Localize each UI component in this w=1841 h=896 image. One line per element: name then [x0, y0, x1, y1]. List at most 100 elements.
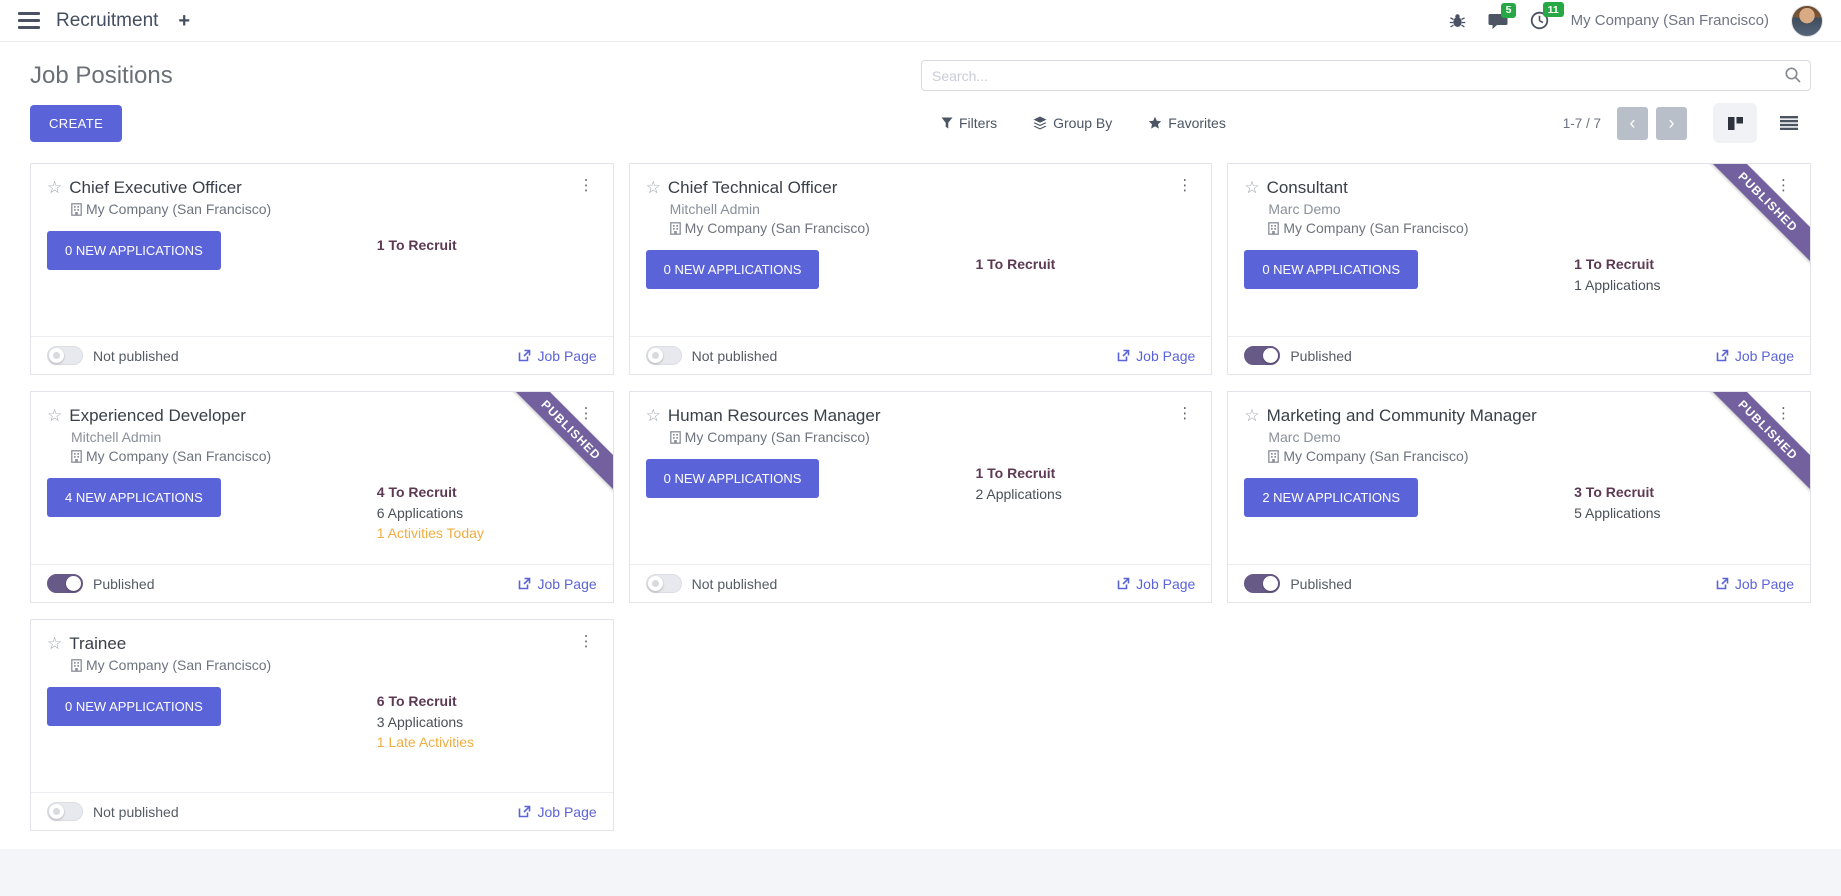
publish-status-label: Not published: [692, 576, 778, 592]
job-title: Human Resources Manager: [668, 406, 1174, 426]
external-link-icon: [1117, 577, 1130, 590]
job-stats: 6 To Recruit3 Applications1 Late Activit…: [377, 687, 597, 752]
favorite-star-icon[interactable]: ☆: [646, 406, 661, 426]
favorite-star-icon[interactable]: ☆: [646, 178, 661, 198]
favorite-star-icon[interactable]: ☆: [1244, 178, 1259, 198]
publish-toggle[interactable]: [47, 574, 83, 593]
kebab-menu-icon[interactable]: ⋮: [1174, 178, 1195, 193]
activities-count-badge: 11: [1543, 2, 1564, 17]
plus-button[interactable]: +: [174, 11, 194, 31]
job-page-label: Job Page: [537, 576, 596, 592]
job-page-link[interactable]: Job Page: [518, 576, 596, 592]
external-link-icon: [518, 577, 531, 590]
job-card[interactable]: PUBLISHED ☆ Consultant ⋮ Marc Demo: [1227, 163, 1811, 375]
job-stats: 1 To Recruit2 Applications: [975, 459, 1195, 504]
messages-icon[interactable]: 5: [1488, 12, 1508, 30]
list-view-button[interactable]: [1767, 103, 1811, 143]
job-page-label: Job Page: [1735, 576, 1794, 592]
stat-applications: 2 Applications: [975, 484, 1195, 504]
search-input[interactable]: [921, 60, 1811, 91]
job-card[interactable]: ☆ Human Resources Manager ⋮: [629, 391, 1213, 603]
job-stats: 1 To Recruit: [377, 231, 597, 255]
pager-previous-button[interactable]: ‹: [1617, 107, 1648, 140]
job-page-link[interactable]: Job Page: [1716, 348, 1794, 364]
new-applications-button[interactable]: 4 NEW APPLICATIONS: [47, 478, 221, 517]
publish-toggle[interactable]: [646, 574, 682, 593]
job-card[interactable]: PUBLISHED ☆ Marketing and Community Mana…: [1227, 391, 1811, 603]
building-icon: [71, 203, 82, 216]
pager-next-button[interactable]: ›: [1656, 107, 1687, 140]
favorites-star-icon: [1148, 116, 1162, 130]
screen: Recruitment + 5: [0, 0, 1841, 896]
new-applications-button[interactable]: 0 NEW APPLICATIONS: [47, 687, 221, 726]
building-icon: [670, 431, 681, 444]
external-link-icon: [1117, 349, 1130, 362]
card-footer: Not published Job Page: [630, 336, 1212, 374]
app-name-menu[interactable]: Recruitment: [56, 10, 158, 32]
favorite-star-icon[interactable]: ☆: [1244, 406, 1259, 426]
job-page-label: Job Page: [1136, 576, 1195, 592]
user-avatar[interactable]: [1791, 5, 1823, 37]
company-switcher[interactable]: My Company (San Francisco): [1571, 12, 1769, 29]
building-icon: [1268, 222, 1279, 235]
stat-applications: 3 Applications: [377, 712, 597, 732]
job-company-name: My Company (San Francisco): [1283, 220, 1468, 236]
search-icon[interactable]: [1784, 66, 1802, 84]
job-title: Chief Executive Officer: [69, 178, 575, 198]
new-applications-button[interactable]: 0 NEW APPLICATIONS: [1244, 250, 1418, 289]
job-card[interactable]: ☆ Chief Executive Officer ⋮: [30, 163, 614, 375]
publish-toggle[interactable]: [47, 346, 83, 365]
publish-status-label: Published: [1290, 348, 1352, 364]
activities-clock-icon[interactable]: 11: [1530, 11, 1549, 30]
job-page-link[interactable]: Job Page: [518, 348, 596, 364]
layers-icon: [1033, 116, 1047, 130]
kebab-menu-icon[interactable]: ⋮: [576, 406, 597, 421]
create-button[interactable]: CREATE: [30, 105, 122, 142]
job-card[interactable]: ☆ Chief Technical Officer ⋮ Mitchell Adm…: [629, 163, 1213, 375]
stat-applications: 1 Applications: [1574, 275, 1794, 295]
job-company-name: My Company (San Francisco): [685, 429, 870, 445]
job-manager: Mitchell Admin: [670, 201, 1196, 217]
new-applications-button[interactable]: 0 NEW APPLICATIONS: [47, 231, 221, 270]
job-company-name: My Company (San Francisco): [685, 220, 870, 236]
external-link-icon: [518, 349, 531, 362]
card-footer: Published Job Page: [31, 564, 613, 602]
publish-toggle[interactable]: [1244, 574, 1280, 593]
new-applications-button[interactable]: 0 NEW APPLICATIONS: [646, 459, 820, 498]
filters-button[interactable]: Filters: [941, 115, 997, 131]
job-page-link[interactable]: Job Page: [1716, 576, 1794, 592]
job-page-link[interactable]: Job Page: [1117, 348, 1195, 364]
external-link-icon: [518, 805, 531, 818]
debug-bug-icon[interactable]: [1449, 12, 1466, 29]
publish-toggle[interactable]: [47, 802, 83, 821]
favorites-button[interactable]: Favorites: [1148, 115, 1226, 131]
publish-toggle[interactable]: [1244, 346, 1280, 365]
card-footer: Not published Job Page: [31, 792, 613, 830]
job-card[interactable]: PUBLISHED ☆ Experienced Developer ⋮ Mitc…: [30, 391, 614, 603]
kanban-view-button[interactable]: [1713, 103, 1757, 143]
card-footer: Published Job Page: [1228, 564, 1810, 602]
kebab-menu-icon[interactable]: ⋮: [576, 634, 597, 649]
new-applications-button[interactable]: 2 NEW APPLICATIONS: [1244, 478, 1418, 517]
stat-recruit: 6 To Recruit: [377, 691, 597, 711]
job-page-link[interactable]: Job Page: [518, 804, 596, 820]
favorite-star-icon[interactable]: ☆: [47, 178, 62, 198]
kebab-menu-icon[interactable]: ⋮: [1773, 178, 1794, 193]
kebab-menu-icon[interactable]: ⋮: [576, 178, 597, 193]
job-card[interactable]: ☆ Trainee ⋮: [30, 619, 614, 831]
card-footer: Not published Job Page: [630, 564, 1212, 602]
top-navbar: Recruitment + 5: [0, 0, 1841, 42]
apps-menu-icon[interactable]: [18, 10, 40, 31]
kanban-view-icon: [1727, 116, 1744, 131]
kebab-menu-icon[interactable]: ⋮: [1174, 406, 1195, 421]
favorite-star-icon[interactable]: ☆: [47, 634, 62, 654]
publish-toggle[interactable]: [646, 346, 682, 365]
job-company-name: My Company (San Francisco): [1283, 448, 1468, 464]
job-page-link[interactable]: Job Page: [1117, 576, 1195, 592]
new-applications-button[interactable]: 0 NEW APPLICATIONS: [646, 250, 820, 289]
kebab-menu-icon[interactable]: ⋮: [1773, 406, 1794, 421]
stat-applications: 6 Applications: [377, 503, 597, 523]
favorite-star-icon[interactable]: ☆: [47, 406, 62, 426]
external-link-icon: [1716, 349, 1729, 362]
group-by-button[interactable]: Group By: [1033, 115, 1112, 131]
